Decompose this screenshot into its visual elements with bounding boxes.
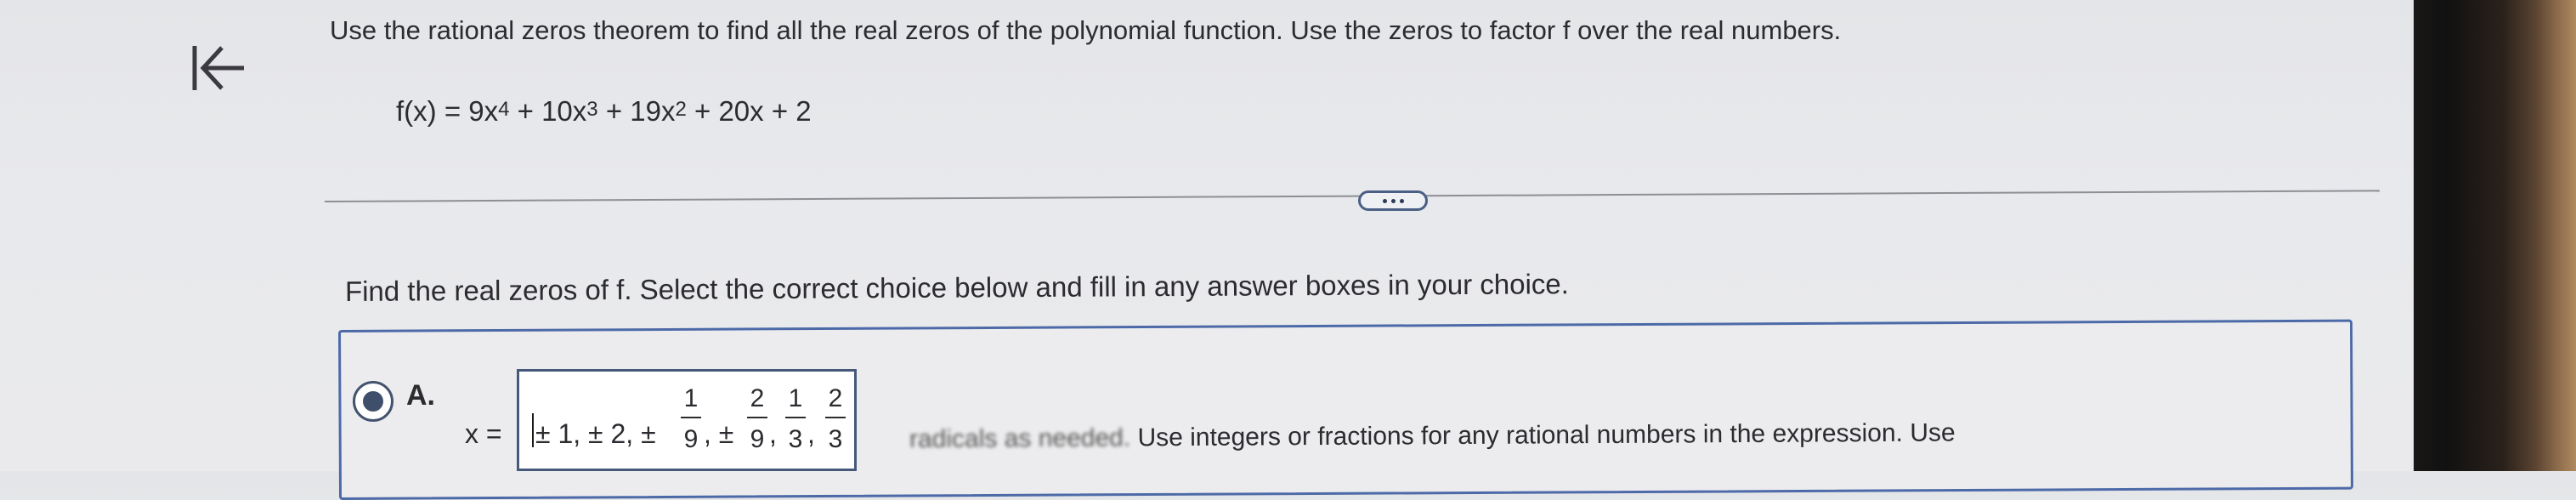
ellipsis-icon[interactable] bbox=[1358, 190, 1428, 211]
fraction-2-denominator: 9 bbox=[750, 425, 765, 453]
fraction-1-denominator: 9 bbox=[683, 425, 699, 453]
function-term-4: + 20x + 2 bbox=[686, 95, 812, 127]
function-term-1: f(x) = 9x bbox=[396, 95, 499, 127]
x-equals-label: x = bbox=[465, 418, 502, 449]
question-prompt: Use the rational zeros theorem to find a… bbox=[330, 15, 1842, 45]
fraction-3-numerator: 1 bbox=[788, 384, 803, 412]
screen-edge-background bbox=[2414, 0, 2576, 471]
fraction-2-bar bbox=[747, 417, 767, 418]
exponent-4: 4 bbox=[498, 98, 510, 121]
answer-comma-3: , bbox=[807, 418, 815, 449]
fraction-3-denominator: 3 bbox=[788, 425, 803, 453]
collapse-left-icon[interactable] bbox=[183, 34, 251, 102]
helper-text-partial: radicals as needed. bbox=[909, 423, 1131, 453]
helper-text-main: Use integers or fractions for any ration… bbox=[1137, 418, 1956, 452]
exponent-2: 2 bbox=[675, 98, 687, 121]
fraction-4-bar bbox=[825, 417, 846, 418]
fraction-3-bar bbox=[785, 417, 806, 418]
text-cursor bbox=[532, 413, 534, 447]
fraction-2-numerator: 2 bbox=[750, 384, 765, 412]
fraction-1-bar bbox=[681, 417, 701, 418]
choice-a-label: A. bbox=[406, 379, 435, 412]
function-term-3: + 19x bbox=[597, 95, 676, 127]
question-page: Use the rational zeros theorem to find a… bbox=[0, 0, 2431, 500]
fraction-4-numerator: 2 bbox=[828, 384, 843, 412]
radio-selected-dot bbox=[363, 391, 383, 412]
exponent-3: 3 bbox=[586, 98, 598, 121]
fraction-1-numerator: 1 bbox=[683, 384, 699, 412]
part-instruction: Find the real zeros of f. Select the cor… bbox=[344, 268, 1569, 307]
answer-sep-1: , ± bbox=[704, 418, 734, 449]
fraction-4-denominator: 3 bbox=[828, 425, 843, 453]
answer-comma-2: , bbox=[769, 418, 777, 449]
function-term-2: + 10x bbox=[509, 95, 587, 127]
choice-a-radio[interactable] bbox=[353, 381, 393, 422]
answer-lead: ± 1, ± 2, ± bbox=[535, 418, 656, 449]
section-divider bbox=[324, 190, 2380, 202]
polynomial-function: f(x) = 9x4 + 10x3 + 19x2 + 20x + 2 bbox=[396, 95, 812, 128]
